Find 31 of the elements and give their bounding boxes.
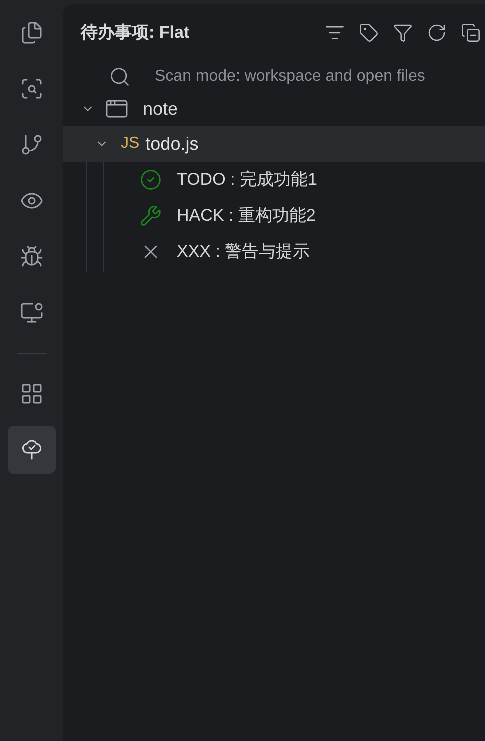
toolbar-button[interactable] — [359, 23, 379, 43]
todo-text: TODO : 完成功能1 — [177, 169, 318, 192]
tag-icon — [359, 23, 379, 43]
refresh-icon — [427, 23, 447, 43]
toolbar-button[interactable] — [427, 23, 447, 43]
search-icon — [109, 66, 131, 88]
activity-bar-item[interactable] — [8, 426, 56, 474]
files-icon — [20, 21, 44, 45]
todo-text: HACK : 重构功能2 — [177, 205, 316, 228]
check-circle-icon — [140, 169, 162, 191]
filter-icon — [393, 23, 413, 43]
scan-mode-text: Scan mode: workspace and open files — [155, 67, 426, 87]
wrench-icon — [140, 205, 162, 227]
folder-row[interactable]: note — [63, 92, 485, 126]
bug-icon — [20, 245, 44, 269]
todo-item[interactable]: HACK : 重构功能2 — [104, 198, 485, 234]
toolbar-button[interactable] — [461, 23, 481, 43]
folder-name: note — [143, 98, 178, 120]
todo-item[interactable]: TODO : 完成功能1 — [104, 162, 485, 198]
file-name: todo.js — [146, 132, 199, 156]
todo-text: XXX : 警告与提示 — [177, 241, 310, 264]
collapse-icon — [461, 23, 481, 43]
grid-icon — [20, 382, 44, 406]
monitor-icon — [20, 301, 44, 325]
panel-title: 待办事项: Flat — [81, 22, 191, 44]
file-row[interactable]: JS todo.js — [63, 126, 485, 162]
branch-icon — [20, 133, 44, 157]
toolbar-button[interactable] — [393, 23, 413, 43]
todo-item[interactable]: XXX : 警告与提示 — [104, 234, 485, 270]
tree-check-icon — [20, 438, 44, 462]
js-file-label: JS — [121, 134, 140, 154]
